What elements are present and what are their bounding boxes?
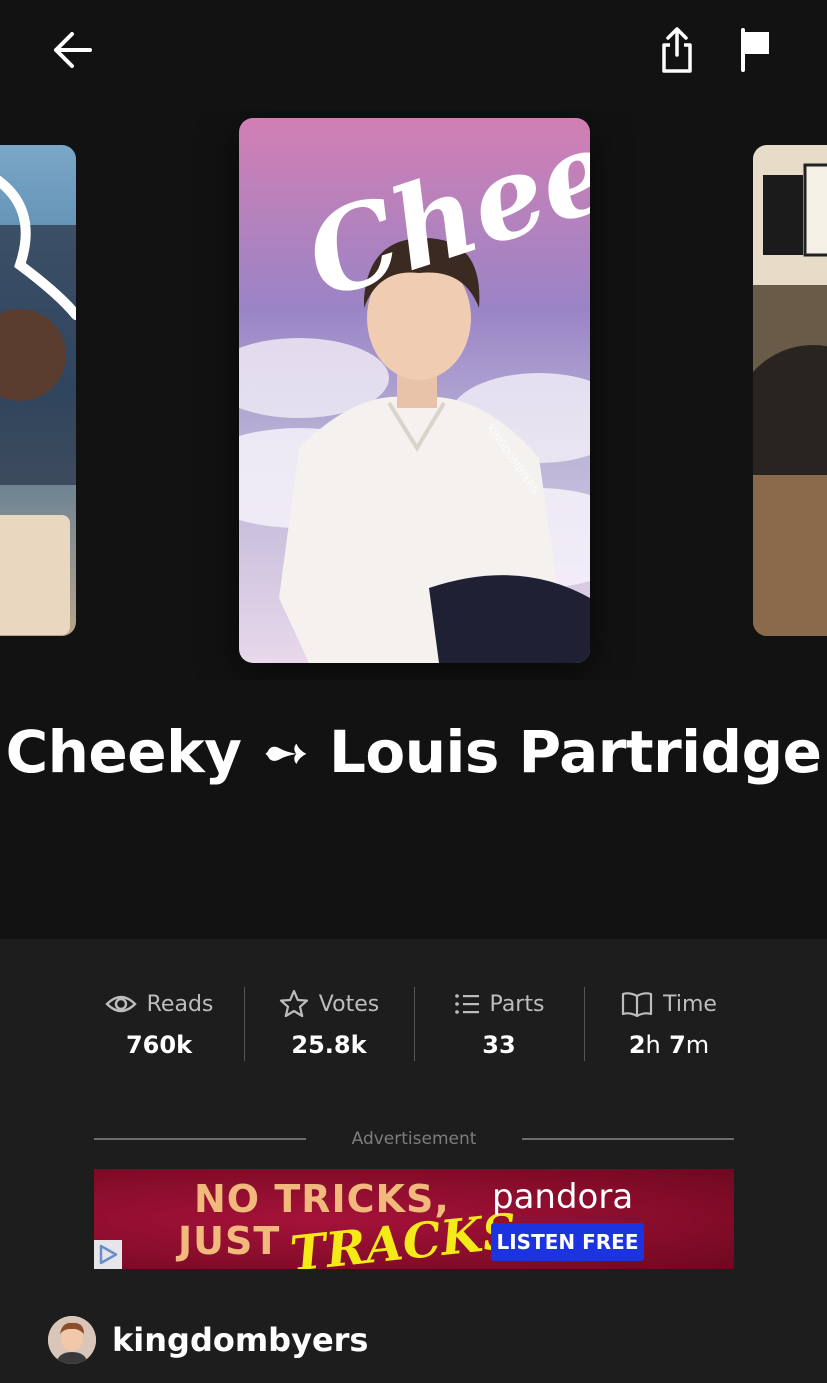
selected-story-cover[interactable]: Cheeky KINGDOMBYERS: [239, 118, 590, 663]
back-button[interactable]: [40, 22, 104, 78]
author-avatar[interactable]: [48, 1316, 96, 1364]
stat-reads: Reads 760k: [74, 987, 244, 1067]
cover-art: Cheeky KINGDOMBYERS: [239, 118, 590, 663]
story-title: Cheeky ➻ Louis Partridge: [5, 718, 822, 786]
star-icon: [279, 989, 308, 1018]
stat-votes-value: 25.8k: [291, 1031, 367, 1059]
stat-reads-value: 760k: [125, 1031, 193, 1059]
book-icon: [621, 992, 653, 1017]
next-story-cover[interactable]: [753, 145, 827, 636]
back-arrow-icon: [54, 32, 92, 68]
list-icon: [454, 994, 479, 1014]
share-button[interactable]: [650, 20, 704, 80]
stat-votes-label: Votes: [318, 991, 380, 1017]
ad-listen-free-button[interactable]: LISTEN FREE: [491, 1223, 644, 1261]
stat-reads-label: Reads: [146, 991, 214, 1017]
stat-votes: Votes 25.8k: [244, 987, 414, 1067]
stat-time-label: Time: [663, 991, 717, 1017]
next-cover-art: [753, 145, 827, 636]
ad-brand-logo: pandora: [492, 1177, 634, 1217]
flag-icon: [741, 28, 769, 72]
stat-time-value: 2h 7m: [628, 1031, 710, 1059]
stat-time: Time 2h 7m: [584, 987, 754, 1067]
advertisement-divider: Advertisement: [94, 1127, 735, 1151]
author-row[interactable]: kingdombyers: [48, 1316, 368, 1364]
story-stats: Reads 760k Votes 25.8k Parts 33 Time 2h …: [74, 987, 754, 1067]
previous-story-cover[interactable]: [0, 145, 76, 636]
share-icon: [662, 27, 692, 73]
ad-choices-icon[interactable]: [94, 1240, 122, 1269]
previous-cover-art: [0, 145, 76, 636]
report-button[interactable]: [730, 22, 782, 78]
author-name[interactable]: kingdombyers: [112, 1321, 368, 1359]
advertisement-label: Advertisement: [351, 1129, 477, 1149]
advertisement-banner[interactable]: NO TRICKS, JUST TRACKS pandora LISTEN FR…: [94, 1169, 734, 1269]
stat-parts: Parts 33: [414, 987, 584, 1067]
stat-parts-value: 33: [482, 1031, 516, 1059]
stat-parts-label: Parts: [489, 991, 545, 1017]
story-details-panel: Reads 760k Votes 25.8k Parts 33 Time 2h …: [0, 939, 827, 1383]
eye-icon: [104, 995, 137, 1013]
top-bar: [0, 0, 827, 110]
cover-carousel[interactable]: Cheeky KINGDOMBYERS: [0, 110, 827, 680]
ad-headline-line2: JUST: [178, 1219, 281, 1263]
